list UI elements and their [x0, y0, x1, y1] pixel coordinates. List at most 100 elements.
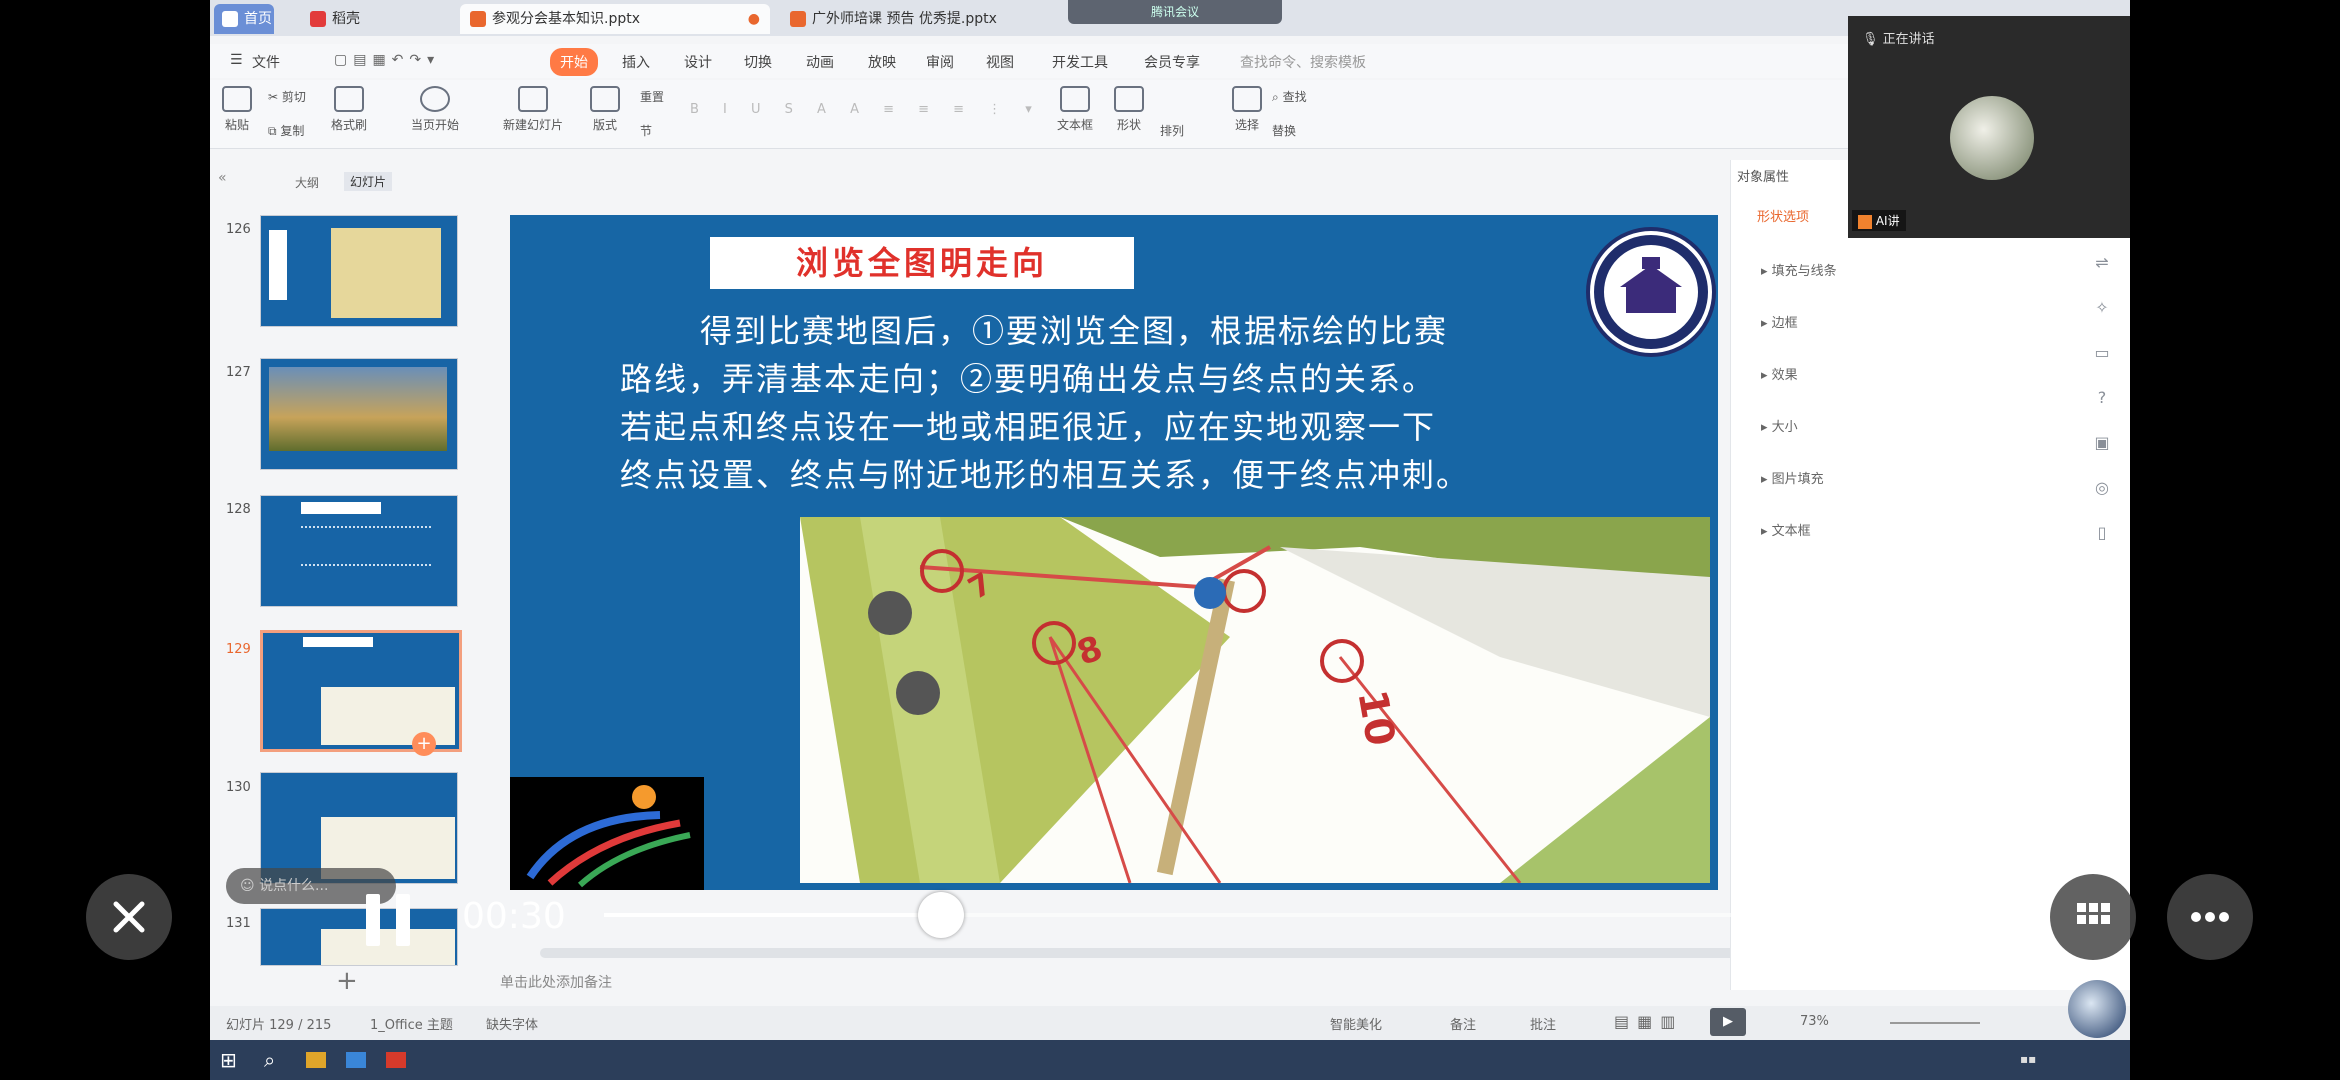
- property-item[interactable]: ▸ 文本框: [1761, 520, 1811, 539]
- reset-button[interactable]: 重置: [640, 88, 664, 105]
- slide-body-text: 得到比赛地图后，①要浏览全图，根据标绘的比赛 路线，弄清基本走向；②要明确出发点…: [620, 307, 1600, 499]
- property-label: 图片填充: [1771, 472, 1824, 487]
- property-item[interactable]: ▸ 填充与线条: [1761, 260, 1837, 279]
- thumbnail-title-block: [301, 502, 381, 514]
- thumbnail-slide[interactable]: [260, 908, 458, 966]
- image-icon[interactable]: ▣: [2090, 420, 2114, 465]
- thumbnail-slide[interactable]: [260, 358, 458, 470]
- arrange-button[interactable]: 排列: [1160, 122, 1184, 139]
- layers-icon[interactable]: ▭: [2090, 330, 2114, 375]
- shape-button[interactable]: 形状: [1102, 82, 1156, 133]
- missing-font-button[interactable]: 缺失字体: [486, 1014, 538, 1033]
- property-item[interactable]: ▸ 边框: [1761, 312, 1798, 331]
- orienteering-logo: [510, 777, 704, 890]
- adjust-icon[interactable]: ⇌: [2090, 240, 2114, 285]
- close-player-button[interactable]: [86, 874, 172, 960]
- help-icon[interactable]: ?: [2090, 375, 2114, 420]
- layout-button[interactable]: 版式: [578, 82, 632, 133]
- property-pane-title: 对象属性: [1737, 170, 1790, 185]
- app-icon[interactable]: [346, 1052, 366, 1068]
- windows-start-icon[interactable]: ⊞: [220, 1048, 237, 1072]
- thumbnail-slide[interactable]: [260, 215, 458, 327]
- comments-toggle[interactable]: 批注: [1530, 1014, 1556, 1033]
- textbox-button[interactable]: 文本框: [1048, 82, 1102, 133]
- unsaved-dot-icon: ●: [747, 11, 760, 27]
- paste-button[interactable]: 粘贴: [210, 82, 264, 133]
- replace-button[interactable]: 替换: [1272, 122, 1296, 139]
- menu-review[interactable]: 审阅: [926, 52, 954, 72]
- add-slide-icon[interactable]: +: [412, 732, 436, 756]
- tab-active-document[interactable]: 参观分会基本知识.pptx ●: [460, 4, 770, 34]
- star-icon[interactable]: ✧: [2090, 285, 2114, 330]
- format-painter-label: 格式刷: [330, 118, 367, 132]
- zoom-slider[interactable]: [1890, 1022, 1980, 1024]
- menu-developer[interactable]: 开发工具: [1052, 52, 1108, 72]
- cut-button[interactable]: ✂ 剪切: [268, 88, 306, 105]
- collapse-panel-icon[interactable]: «: [218, 170, 227, 186]
- new-slide-button[interactable]: 新建幻灯片: [498, 82, 568, 133]
- progress-bar[interactable]: [604, 892, 1740, 938]
- horizontal-scrollbar[interactable]: [540, 948, 1740, 958]
- add-slide-plus-icon[interactable]: +: [336, 966, 358, 996]
- menu-member[interactable]: 会员专享: [1144, 52, 1200, 72]
- grid-view-button[interactable]: [2050, 874, 2136, 960]
- thumbnail-slide-selected[interactable]: [260, 630, 462, 752]
- property-item[interactable]: ▸ 图片填充: [1761, 468, 1824, 487]
- menu-view[interactable]: 视图: [986, 52, 1014, 72]
- menu-design[interactable]: 设计: [684, 52, 712, 72]
- notes-toggle[interactable]: 备注: [1450, 1014, 1476, 1033]
- thumbnail-number: 128: [226, 502, 251, 517]
- menu-file[interactable]: 文件: [252, 52, 280, 72]
- property-label: 文本框: [1771, 524, 1811, 539]
- select-button[interactable]: 选择: [1220, 82, 1274, 133]
- find-label: 查找: [1282, 90, 1307, 104]
- property-item[interactable]: ▸ 大小: [1761, 416, 1798, 435]
- orienteering-map: 8 10 7: [800, 517, 1710, 883]
- meeting-badge[interactable]: 腾讯会议: [1068, 0, 1282, 24]
- copy-icon: ⧉: [268, 124, 277, 138]
- zoom-level[interactable]: 73%: [1800, 1014, 1829, 1029]
- slide-body-line: 路线，弄清基本走向；②要明确出发点与终点的关系。: [620, 360, 1437, 398]
- command-search[interactable]: 查找命令、搜索模板: [1240, 52, 1366, 72]
- current-slide[interactable]: 浏览全图明走向 得到比赛地图后，①要浏览全图，根据标绘的比赛 路线，弄清基本走向…: [510, 215, 1718, 890]
- thumbnail-slide[interactable]: [260, 495, 458, 607]
- property-item[interactable]: ▸ 效果: [1761, 364, 1798, 383]
- tab-slides[interactable]: 幻灯片: [344, 172, 393, 191]
- progress-fill: [604, 913, 942, 917]
- play-from-current-button[interactable]: 当页开始: [400, 82, 470, 133]
- quick-access-icons[interactable]: ▢▤▦↶↷▾: [334, 52, 440, 68]
- tab-shape-options[interactable]: 形状选项: [1757, 206, 1809, 225]
- more-options-button[interactable]: [2167, 874, 2253, 960]
- hamburger-icon[interactable]: ☰: [230, 52, 243, 68]
- play-label: 当页开始: [410, 118, 459, 132]
- find-button[interactable]: ⌕ 查找: [1272, 88, 1307, 105]
- tab-home[interactable]: 首页: [214, 4, 274, 34]
- property-label: 效果: [1771, 368, 1798, 383]
- tab-document-2[interactable]: 广外师培课 预告 优秀提.pptx: [780, 4, 1080, 34]
- copy-button[interactable]: ⧉ 复制: [268, 122, 304, 139]
- wps-icon[interactable]: [386, 1052, 406, 1068]
- smart-beautify-button[interactable]: 智能美化: [1330, 1014, 1382, 1033]
- select-label: 选择: [1234, 118, 1259, 132]
- view-mode-icons[interactable]: ▤▦▥: [1614, 1012, 1683, 1031]
- menu-transition[interactable]: 切换: [744, 52, 772, 72]
- menu-slideshow[interactable]: 放映: [868, 52, 896, 72]
- thumbnail-number: 126: [226, 222, 251, 237]
- menu-home[interactable]: 开始: [550, 48, 598, 76]
- webcam-tile[interactable]: 🎙 正在讲话 AI讲: [1848, 16, 2130, 238]
- pause-button[interactable]: [362, 892, 414, 948]
- file-explorer-icon[interactable]: [306, 1052, 326, 1068]
- search-icon[interactable]: ⌕: [264, 1048, 275, 1072]
- settings-icon[interactable]: ◎: [2090, 465, 2114, 510]
- notes-placeholder[interactable]: 单击此处添加备注: [500, 972, 612, 992]
- section-button[interactable]: 节: [640, 122, 652, 139]
- play-slideshow-icon[interactable]: ▶: [1710, 1008, 1746, 1036]
- format-painter-button[interactable]: 格式刷: [322, 82, 376, 133]
- textbox-label: 文本框: [1056, 118, 1093, 132]
- menu-animation[interactable]: 动画: [806, 52, 834, 72]
- presenter-avatar[interactable]: [2068, 980, 2126, 1038]
- menu-insert[interactable]: 插入: [622, 52, 650, 72]
- tab-docer[interactable]: 稻壳: [300, 4, 430, 34]
- tab-outline[interactable]: 大纲: [295, 174, 319, 191]
- book-icon[interactable]: ▯: [2090, 510, 2114, 555]
